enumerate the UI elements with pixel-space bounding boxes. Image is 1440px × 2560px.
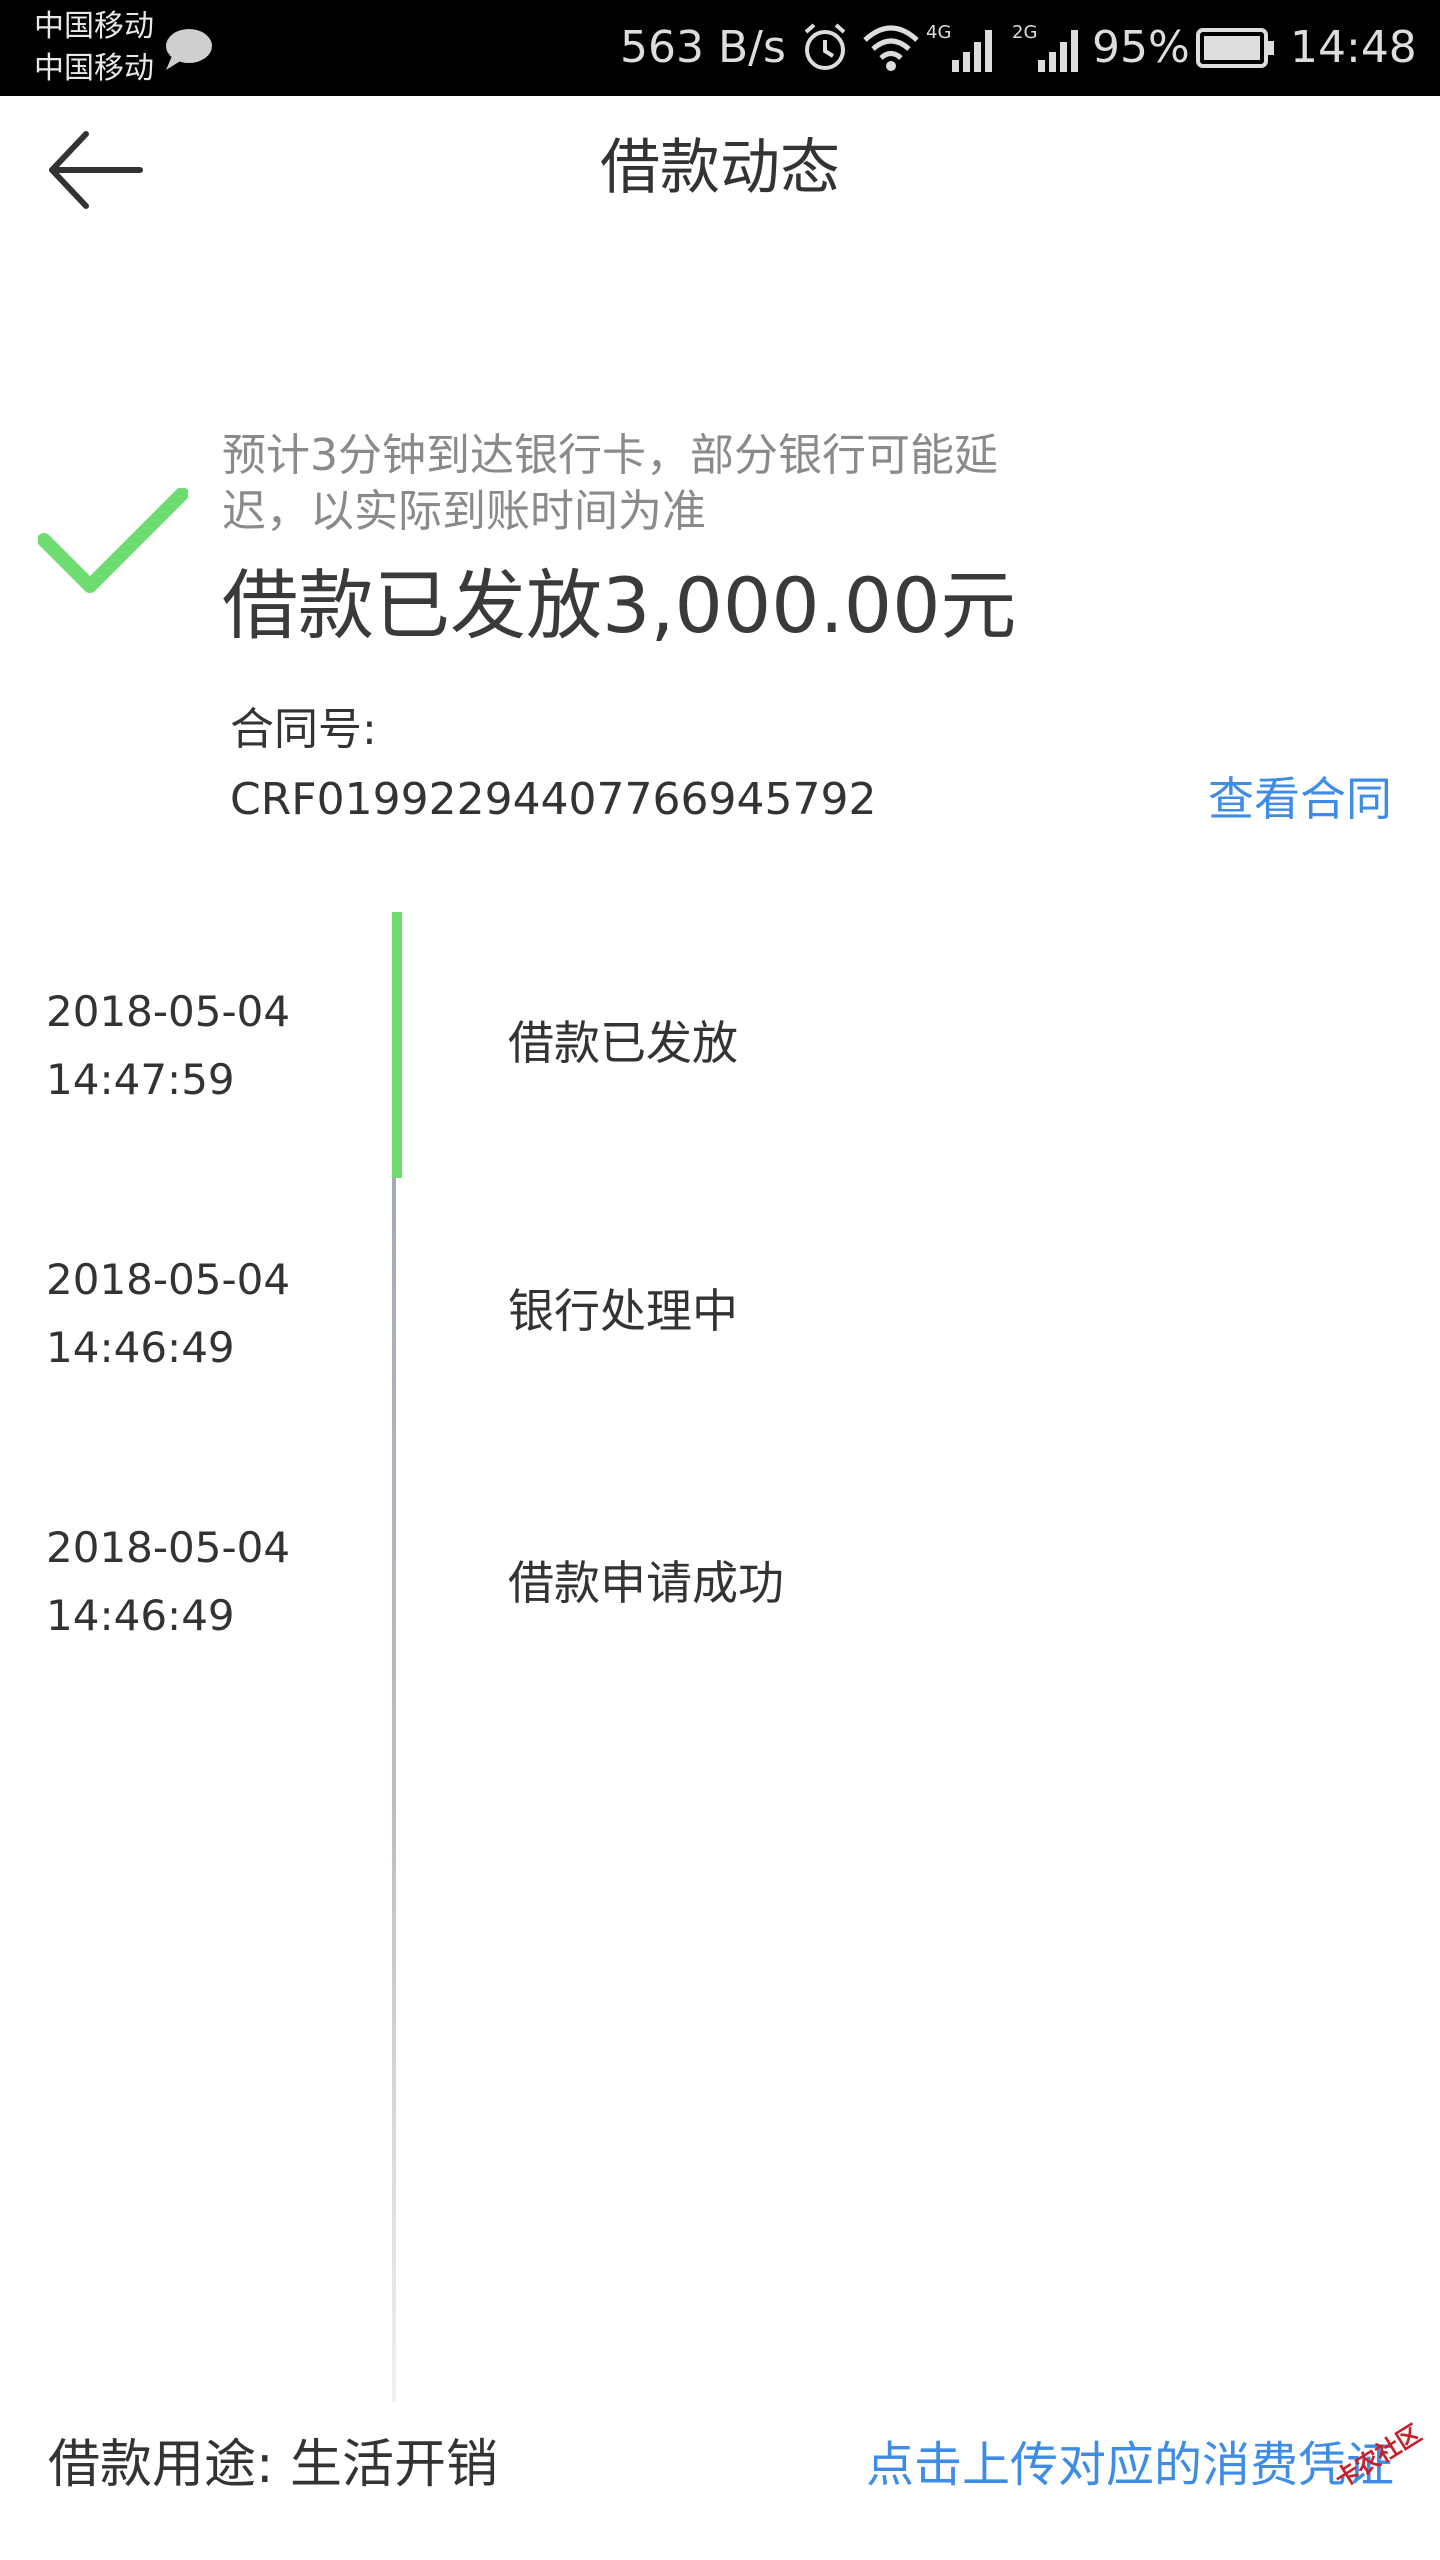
timeline-date: 2018-05-04 14:47:59 <box>46 978 290 1114</box>
signal-1-label: 4G <box>926 22 952 43</box>
timeline-date-day: 2018-05-04 <box>46 987 291 1036</box>
loan-purpose: 借款用途: 生活开销 <box>48 2435 499 2495</box>
network-speed: 563 B/s <box>620 22 786 73</box>
page-title: 借款动态 <box>600 133 840 203</box>
wifi-icon <box>863 25 919 71</box>
upload-receipt-link[interactable]: 点击上传对应的消费凭证 <box>866 2432 1394 2498</box>
timeline-active-marker <box>392 912 402 1178</box>
timeline-event: 借款申请成功 <box>508 1556 784 1610</box>
timeline-date-day: 2018-05-04 <box>46 1523 291 1572</box>
battery-icon <box>1196 28 1274 68</box>
carrier-label-2: 中国移动 <box>34 51 154 86</box>
clock: 14:48 <box>1290 22 1417 73</box>
timeline-event: 借款已发放 <box>508 1016 738 1070</box>
loan-amount-status: 借款已发放3,000.00元 <box>222 561 1017 650</box>
carrier-info: 中国移动 中国移动 <box>34 6 154 90</box>
timeline-date: 2018-05-04 14:46:49 <box>46 1514 290 1650</box>
battery-percent: 95% <box>1092 22 1190 73</box>
status-bar: 中国移动 中国移动 563 B/s 4G 2G 95% 14:48 <box>0 0 1440 96</box>
timeline-event: 银行处理中 <box>508 1284 738 1338</box>
signal-2-label: 2G <box>1012 22 1038 43</box>
timeline-date-time: 14:46:49 <box>46 1591 235 1640</box>
check-icon <box>38 488 188 593</box>
alarm-icon <box>804 23 846 70</box>
carrier-label-1: 中国移动 <box>34 9 154 44</box>
screen: 中国移动 中国移动 563 B/s 4G 2G 95% 14:48 借款动态 预… <box>0 0 1440 2560</box>
contract-label: 合同号: <box>230 704 377 755</box>
timeline-date-day: 2018-05-04 <box>46 1255 291 1304</box>
signal-icon-2 <box>1038 30 1078 72</box>
signal-icon <box>952 30 992 72</box>
timeline-date: 2018-05-04 14:46:49 <box>46 1246 290 1382</box>
message-icon <box>166 29 212 70</box>
timeline-date-time: 14:47:59 <box>46 1055 235 1104</box>
contract-number: CRF01992294407766945792 <box>230 774 877 825</box>
view-contract-link[interactable]: 查看合同 <box>1208 768 1392 830</box>
timeline-date-time: 14:46:49 <box>46 1323 235 1372</box>
arrival-note: 预计3分钟到达银行卡，部分银行可能延迟，以实际到账时间为准 <box>222 430 998 537</box>
